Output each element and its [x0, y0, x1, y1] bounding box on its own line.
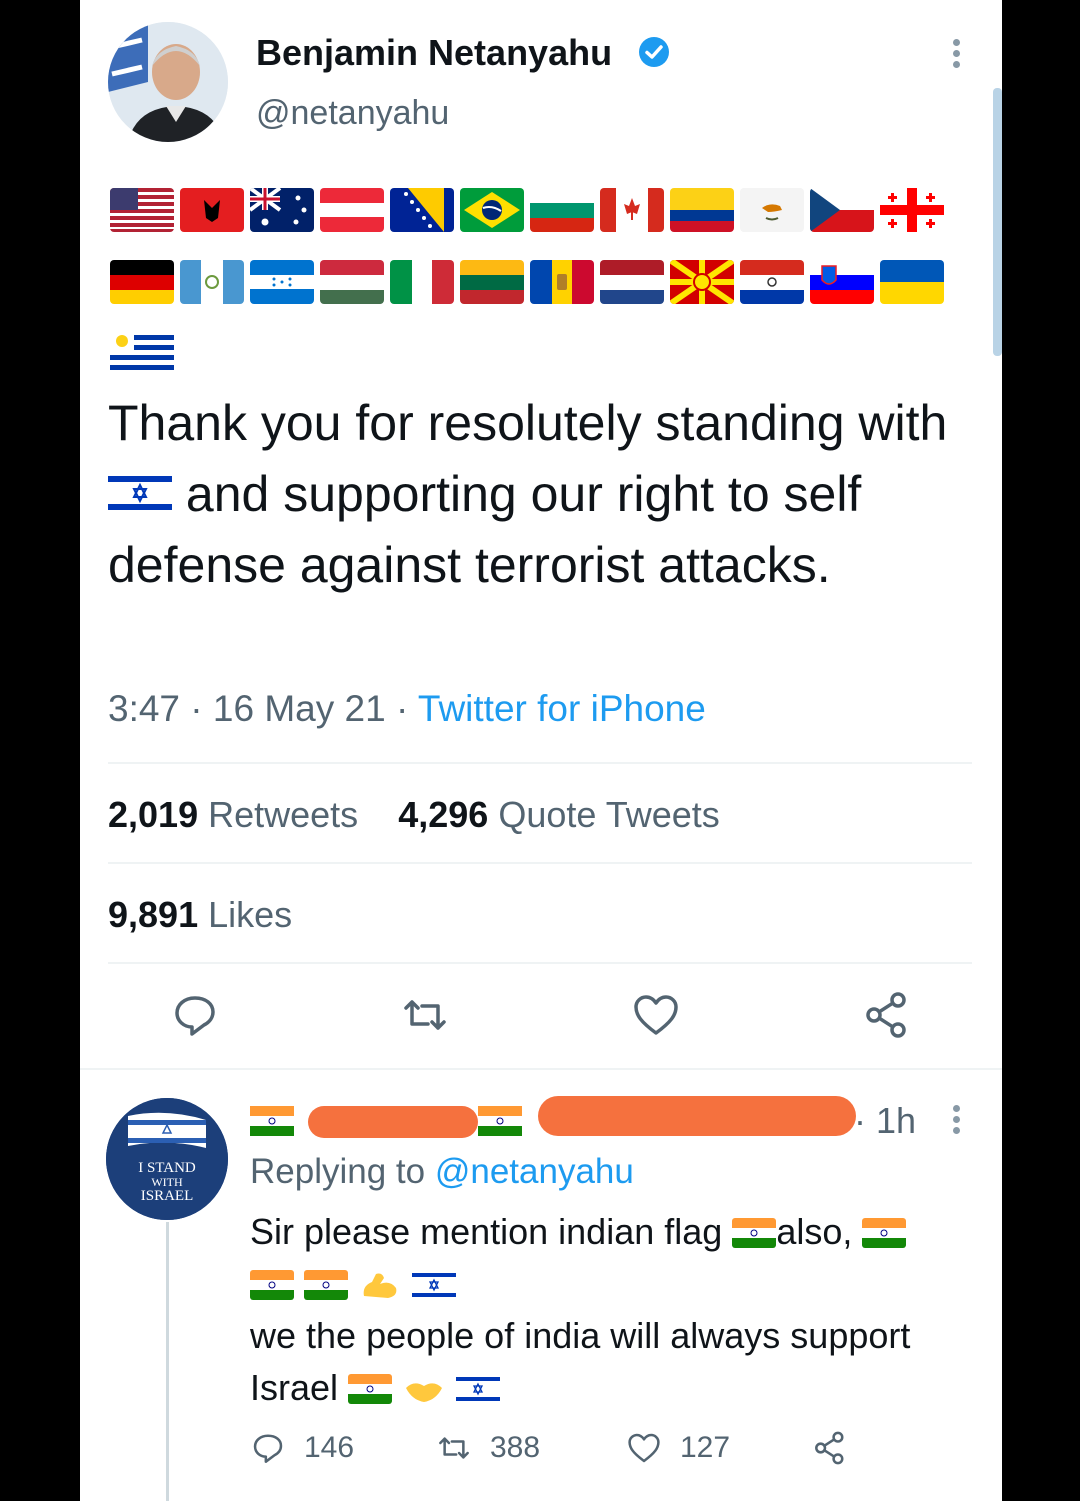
india-flag	[250, 1270, 294, 1300]
reply-icon	[253, 1434, 283, 1463]
thread-line	[166, 1222, 169, 1501]
guatemala-flag	[180, 260, 244, 304]
italy-flag	[390, 260, 454, 304]
israel-flag	[456, 1374, 501, 1404]
svg-text:I STAND: I STAND	[138, 1160, 196, 1176]
israel-flag	[108, 471, 172, 515]
divider	[108, 762, 972, 764]
like-heart-icon	[628, 1433, 660, 1463]
reply-icon[interactable]	[170, 990, 220, 1040]
honduras-flag	[250, 260, 314, 304]
georgia-flag	[880, 188, 944, 232]
author-handle[interactable]: @netanyahu	[256, 94, 449, 133]
tweet-card: Benjamin Netanyahu @netanyahu Thank you …	[80, 0, 1002, 1501]
svg-text:WITH: WITH	[151, 1175, 183, 1189]
reply-avatar[interactable]: I STAND WITH ISRAEL	[106, 1098, 228, 1220]
section-divider	[80, 1068, 1002, 1070]
reply-reply-button[interactable]: 146	[250, 1430, 354, 1466]
ukraine-flag	[880, 260, 944, 304]
reply-text: Sir please mention indian flag also, we …	[250, 1211, 911, 1408]
flag-row-1	[110, 188, 944, 232]
share-icon	[815, 1431, 844, 1465]
handshake-icon	[406, 1383, 443, 1402]
retweet-icon	[439, 1437, 469, 1459]
likes-stat[interactable]: 9,891 Likes	[108, 894, 292, 936]
reply-retweet-button[interactable]: 388	[436, 1430, 540, 1466]
india-flag	[862, 1218, 907, 1248]
replying-to: Replying to @netanyahu	[250, 1152, 634, 1191]
india-flag	[304, 1270, 349, 1300]
bulgaria-flag	[530, 188, 594, 232]
tweet-text-part1: Thank you for resolutely standing with	[108, 395, 948, 451]
retweets-stat[interactable]: 2,019 Retweets	[108, 794, 358, 835]
germany-flag	[110, 260, 174, 304]
engagement-stats: 2,019 Retweets 4,296 Quote Tweets	[108, 794, 720, 836]
canada-flag	[600, 188, 664, 232]
slovenia-flag	[810, 260, 874, 304]
replying-to-handle[interactable]: @netanyahu	[435, 1152, 634, 1191]
more-options-icon[interactable]	[946, 1102, 966, 1142]
redacted-display-name	[308, 1106, 478, 1138]
flag-row-3	[110, 330, 174, 374]
redacted-handle	[538, 1096, 856, 1136]
cyprus-flag	[740, 188, 804, 232]
india-flag	[732, 1218, 777, 1248]
verified-badge-icon	[638, 36, 670, 68]
reply-header[interactable]	[250, 1096, 950, 1144]
author-avatar[interactable]	[108, 22, 228, 142]
us-flag	[110, 188, 174, 232]
tweet-text: Thank you for resolutely standing with a…	[108, 388, 978, 601]
albania-flag	[180, 188, 244, 232]
uruguay-flag	[110, 330, 174, 374]
author-name[interactable]: Benjamin Netanyahu	[256, 32, 612, 74]
north-macedonia-flag	[670, 260, 734, 304]
reply-action-bar: 146 388 127	[250, 1430, 950, 1480]
more-options-icon[interactable]	[946, 36, 966, 76]
tweet-text-part2: and supporting our right to self defense…	[108, 466, 862, 593]
netherlands-flag	[600, 260, 664, 304]
lithuania-flag	[460, 260, 524, 304]
india-flag	[250, 1106, 294, 1136]
quote-tweets-stat[interactable]: 4,296 Quote Tweets	[398, 794, 720, 835]
reply-like-button[interactable]: 127	[626, 1430, 730, 1466]
like-count: 127	[680, 1431, 731, 1464]
israel-flag	[412, 1270, 457, 1300]
australia-flag	[250, 188, 314, 232]
divider	[108, 862, 972, 864]
scrollbar[interactable]	[993, 88, 1002, 356]
flexed-biceps-icon	[363, 1273, 397, 1298]
reply-time: · 1h	[854, 1100, 917, 1141]
svg-text:ISRAEL: ISRAEL	[141, 1188, 194, 1204]
reply-count: 146	[304, 1431, 355, 1464]
brazil-flag	[460, 188, 524, 232]
like-heart-icon[interactable]	[631, 990, 681, 1040]
bosnia-flag	[390, 188, 454, 232]
flag-row-2	[110, 260, 944, 304]
india-flag	[478, 1106, 522, 1136]
tweet-source-link[interactable]: Twitter for iPhone	[418, 688, 706, 729]
retweet-icon[interactable]	[400, 990, 450, 1040]
india-flag	[348, 1374, 393, 1404]
divider	[108, 962, 972, 964]
austria-flag	[320, 188, 384, 232]
retweet-count: 388	[490, 1431, 541, 1464]
tweet-meta: 3:47 · 16 May 21 · Twitter for iPhone	[108, 688, 706, 729]
moldova-flag	[530, 260, 594, 304]
hungary-flag	[320, 260, 384, 304]
tweet-date: 16 May 21	[212, 688, 386, 729]
share-icon[interactable]	[862, 990, 912, 1040]
paraguay-flag	[740, 260, 804, 304]
tweet-time: 3:47	[108, 688, 181, 729]
reply-share-button[interactable]	[812, 1430, 848, 1466]
colombia-flag	[670, 188, 734, 232]
czech-flag	[810, 188, 874, 232]
